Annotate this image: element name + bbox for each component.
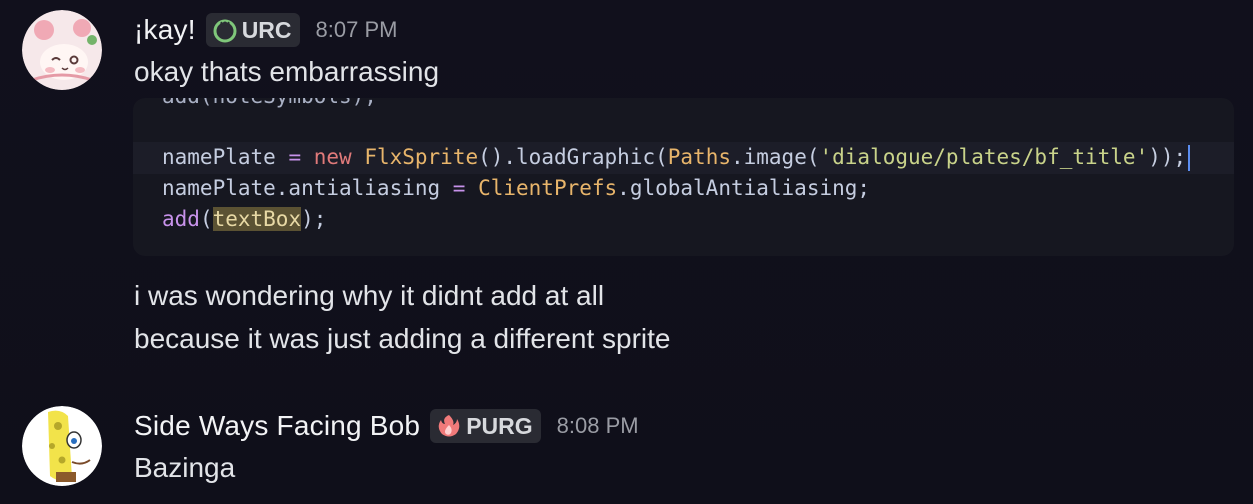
code-token-highlight: textBox xyxy=(212,207,302,231)
code-token: )); xyxy=(1148,145,1187,169)
avatar-image xyxy=(22,406,102,486)
code-token: ); xyxy=(301,207,327,231)
avatar-image xyxy=(22,10,102,90)
server-tag-label: URC xyxy=(241,16,292,43)
server-tag-label: PURG xyxy=(466,412,533,439)
code-token: ( xyxy=(199,207,213,231)
code-token: namePlate.antialiasing xyxy=(162,176,441,200)
code-token: = xyxy=(275,145,314,169)
server-tag[interactable]: URC xyxy=(205,13,300,47)
username[interactable]: Side Ways Facing Bob xyxy=(134,410,420,442)
avatar[interactable] xyxy=(22,10,102,90)
message-text: okay thats embarrassing xyxy=(134,56,440,87)
code-token: .globalAntialiasing; xyxy=(617,176,871,200)
code-token: .image( xyxy=(730,145,820,169)
code-token: add xyxy=(162,207,200,231)
timestamp[interactable]: 8:08 PM xyxy=(557,413,639,439)
code-token: FlxSprite xyxy=(351,145,479,169)
code-token: 'dialogue/plates/bf_title' xyxy=(819,145,1149,169)
username[interactable]: ¡kay! xyxy=(134,14,196,46)
code-line: namePlate.antialiasing = ClientPrefs.glo… xyxy=(162,176,870,200)
server-tag[interactable]: PURG xyxy=(430,409,541,443)
message-text: i was wondering why it didnt add at all xyxy=(134,280,605,311)
chat-view: ¡kay! URC 8:07 PM okay thats embarrassin… xyxy=(0,0,1253,504)
fire-icon xyxy=(438,415,460,437)
code-token: new xyxy=(313,145,352,169)
timestamp[interactable]: 8:07 PM xyxy=(316,17,398,43)
message-text: because it was just adding a different s… xyxy=(134,323,671,354)
avatar[interactable] xyxy=(22,406,102,486)
code-image-attachment[interactable]: add(noteSymbols); namePlate = new FlxSpr… xyxy=(133,98,1234,256)
message-text: Bazinga xyxy=(134,452,236,483)
message-header: Side Ways Facing Bob PURG 8:08 PM xyxy=(134,406,639,446)
code-token: Paths xyxy=(667,145,731,169)
code-token: namePlate xyxy=(162,145,276,169)
code-token: ().loadGraphic( xyxy=(478,145,668,169)
code-token: ClientPrefs xyxy=(478,176,618,200)
message-header: ¡kay! URC 8:07 PM xyxy=(134,10,397,50)
leaf-icon xyxy=(213,19,237,43)
text-caret xyxy=(1188,145,1191,171)
code-token: = xyxy=(440,176,479,200)
code-line-cut: add(noteSymbols); xyxy=(162,98,377,108)
code-line: namePlate = new FlxSprite().loadGraphic(… xyxy=(162,145,1191,171)
code-line: add(textBox); xyxy=(162,207,326,231)
